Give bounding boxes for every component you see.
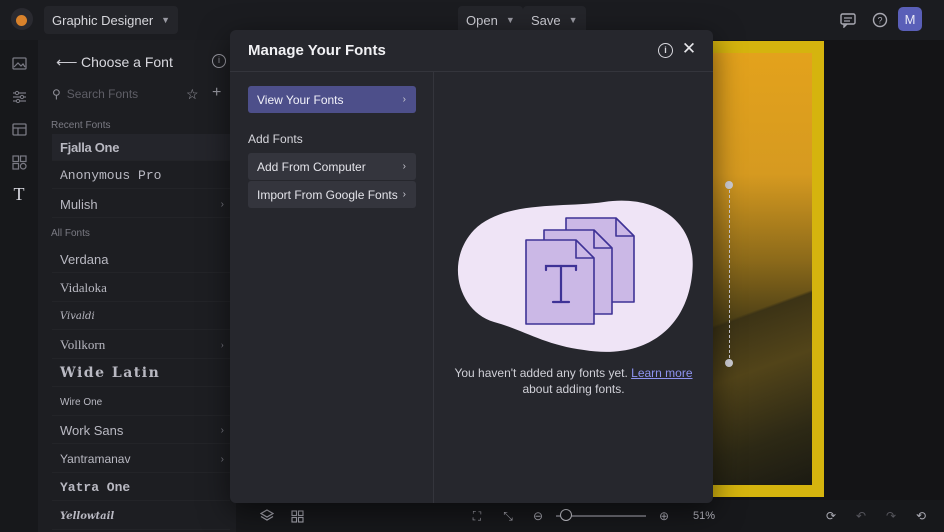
font-name: Yantramanav [60, 452, 131, 466]
font-item-vidaloka[interactable]: Vidaloka [52, 275, 230, 302]
layers-icon[interactable] [259, 508, 275, 524]
font-name: Verdana [60, 251, 109, 267]
comments-icon[interactable] [838, 10, 858, 30]
project-title: Graphic Designer [52, 12, 154, 28]
add-from-computer-label: Add From Computer [257, 159, 366, 174]
image-icon[interactable] [9, 53, 29, 73]
modal-divider [230, 71, 713, 72]
back-arrow-icon[interactable]: ⟵ [56, 53, 78, 71]
selection-guide [729, 185, 730, 363]
font-item-yantramanav[interactable]: Yantramanav › [52, 446, 230, 473]
project-title-dropdown[interactable]: Graphic Designer ▼ [44, 6, 179, 34]
chevron-right-icon: › [402, 161, 406, 172]
recent-fonts-label: Recent Fonts [51, 120, 111, 131]
undo-icon[interactable]: ↶ [853, 508, 869, 524]
font-item-anonymous-pro[interactable]: Anonymous Pro [52, 162, 230, 189]
chevron-right-icon: › [220, 339, 224, 351]
user-avatar[interactable]: M [898, 7, 922, 31]
text-tool-icon[interactable]: T [9, 184, 29, 204]
mountain-shape [700, 225, 812, 485]
manage-fonts-modal: Manage Your Fonts i ✕ View Your Fonts › … [230, 30, 713, 503]
search-icon: ⚲ [52, 87, 61, 101]
font-panel: ⟵ Choose a Font i ⚲ ☆ + Recent Fonts Fja… [38, 40, 236, 532]
graphics-icon[interactable] [9, 152, 29, 172]
chevron-right-icon: › [402, 94, 406, 105]
zoom-slider-knob[interactable] [560, 509, 572, 521]
chevron-right-icon: › [220, 198, 224, 210]
modal-title: Manage Your Fonts [248, 42, 386, 59]
selection-handle[interactable] [725, 359, 733, 367]
all-fonts-label: All Fonts [51, 228, 90, 239]
font-name: Mulish [60, 196, 98, 212]
grid-icon[interactable] [289, 508, 305, 524]
learn-more-link[interactable]: Learn more [631, 366, 692, 380]
selection-handle[interactable] [725, 181, 733, 189]
fit-screen-icon[interactable]: ⛶ [469, 508, 485, 524]
font-item-wide-latin[interactable]: Wide Latin [52, 360, 230, 387]
font-item-vivaldi[interactable]: Vivaldi [52, 303, 230, 330]
layout-icon[interactable] [9, 119, 29, 139]
zoom-out-icon[interactable]: ⊖ [530, 508, 546, 524]
font-panel-header: ⟵ Choose a Font i [38, 52, 236, 74]
view-your-fonts-button[interactable]: View Your Fonts › [248, 86, 416, 113]
chevron-down-icon: ▼ [568, 15, 578, 25]
avatar-initial: M [904, 11, 916, 27]
font-name: Wide Latin [60, 365, 161, 381]
font-name: Fjalla One [60, 139, 120, 155]
crop-icon[interactable]: ⤡ [500, 508, 516, 524]
font-name: Yatra One [60, 479, 131, 495]
save-label: Save [531, 12, 561, 28]
font-name: Wire One [60, 396, 103, 408]
empty-text-line-1: You haven't added any fonts yet. [454, 366, 628, 380]
empty-fonts-illustration [457, 200, 693, 352]
redo-icon[interactable]: ↷ [883, 508, 899, 524]
history-icon[interactable]: ⟲ [913, 508, 929, 524]
font-search: ⚲ [52, 84, 176, 104]
font-item-mulish[interactable]: Mulish › [52, 191, 230, 218]
font-item-wire-one[interactable]: Wire One [52, 389, 230, 416]
zoom-in-icon[interactable]: ⊕ [656, 508, 672, 524]
font-item-yellowtail[interactable]: Yellowtail [52, 503, 230, 530]
chevron-right-icon: › [220, 453, 224, 465]
chevron-down-icon: ▼ [505, 15, 515, 25]
info-icon[interactable]: i [658, 43, 673, 58]
chevron-right-icon: › [402, 189, 406, 200]
refresh-icon[interactable]: ⟳ [823, 508, 839, 524]
font-name: Vivaldi [60, 310, 95, 322]
open-label: Open [466, 12, 498, 28]
import-google-fonts-label: Import From Google Fonts [257, 187, 398, 202]
zoom-level: 51% [693, 510, 716, 522]
font-name: Work Sans [60, 422, 124, 438]
font-panel-title: Choose a Font [81, 54, 173, 70]
font-item-vollkorn[interactable]: Vollkorn › [52, 332, 230, 359]
add-from-computer-button[interactable]: Add From Computer › [248, 153, 416, 180]
font-name: Vidaloka [60, 280, 107, 295]
app-logo-icon[interactable] [11, 8, 33, 30]
left-toolbar: T [0, 40, 38, 532]
info-icon[interactable]: i [212, 54, 226, 68]
adjust-icon[interactable] [9, 86, 29, 106]
empty-text-line-2: about adding fonts. [522, 382, 625, 396]
font-name: Anonymous Pro [60, 167, 162, 183]
font-name: Yellowtail [60, 510, 115, 522]
add-icon[interactable]: + [212, 84, 221, 102]
font-item-work-sans[interactable]: Work Sans › [52, 417, 230, 444]
font-search-input[interactable] [66, 87, 167, 101]
import-google-fonts-button[interactable]: Import From Google Fonts › [248, 181, 416, 208]
close-icon[interactable]: ✕ [681, 39, 697, 59]
help-icon[interactable]: ? [870, 10, 890, 30]
font-name: Vollkorn [60, 337, 106, 352]
add-fonts-heading: Add Fonts [248, 132, 303, 146]
empty-state-message: You haven't added any fonts yet. Learn m… [434, 365, 713, 397]
modal-vertical-divider [433, 72, 434, 503]
star-icon[interactable]: ☆ [186, 86, 199, 103]
font-item-yatra-one[interactable]: Yatra One [52, 474, 230, 501]
chevron-right-icon: › [220, 424, 224, 436]
font-item-fjalla-one[interactable]: Fjalla One [52, 134, 230, 161]
chevron-down-icon: ▼ [161, 15, 171, 25]
svg-text:?: ? [877, 16, 882, 26]
font-item-verdana[interactable]: Verdana [52, 246, 230, 273]
view-your-fonts-label: View Your Fonts [257, 92, 344, 107]
